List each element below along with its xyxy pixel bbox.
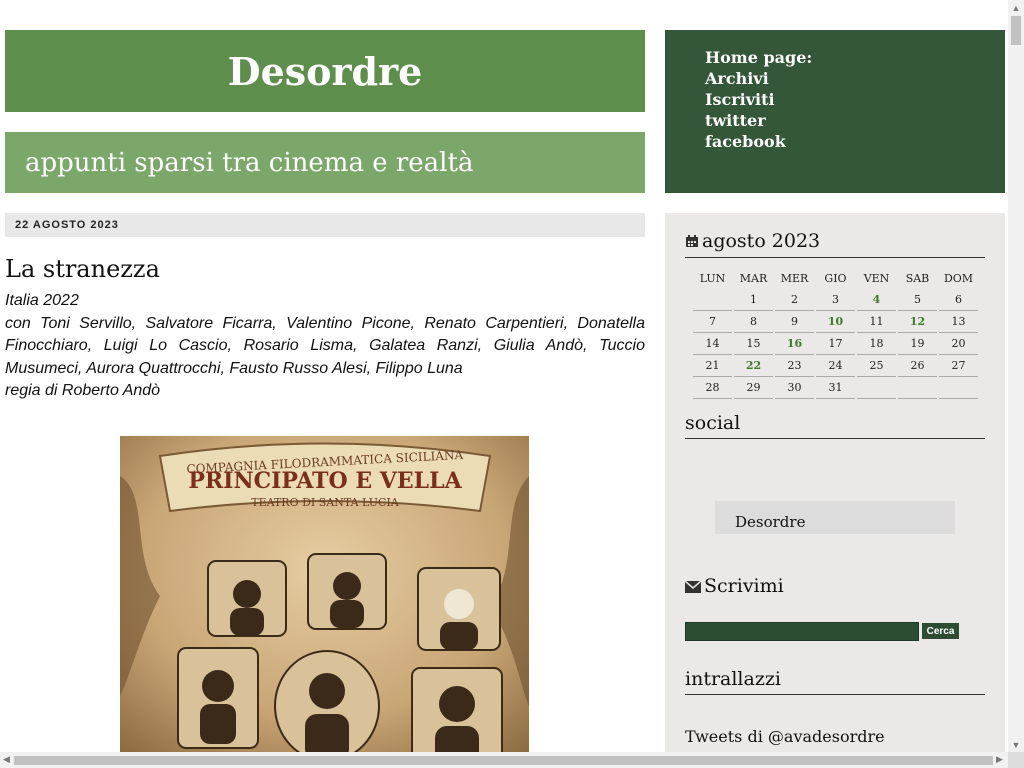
calendar-day: 7 — [693, 311, 732, 333]
poster-line-2: PRINCIPATO E VELLA — [188, 468, 462, 494]
calendar-day: 28 — [693, 377, 732, 399]
calendar-empty-cell — [898, 377, 937, 399]
calendar-weekday: MER — [780, 272, 809, 285]
scroll-left-arrow-icon[interactable]: ◀ — [3, 754, 10, 765]
calendar-weekday: SAB — [905, 272, 930, 285]
calendar-week-row: 14 15 16 17 18 19 20 — [693, 333, 978, 355]
scroll-down-arrow-icon[interactable]: ▼ — [1008, 738, 1024, 752]
nav-item-facebook[interactable]: facebook — [705, 131, 1005, 152]
calendar-day: 17 — [816, 333, 855, 355]
calendar-day: 5 — [898, 289, 937, 311]
nav-item-archivi[interactable]: Archivi — [705, 68, 1005, 89]
calendar-day: 9 — [775, 311, 814, 333]
calendar-day: 20 — [939, 333, 978, 355]
post-title[interactable]: La stranezza — [5, 255, 160, 283]
calendar-day[interactable]: 16 — [775, 333, 814, 355]
tagline-box: appunti sparsi tra cinema e realtà — [5, 132, 645, 193]
calendar-day: 19 — [898, 333, 937, 355]
calendar-day: 25 — [857, 355, 896, 377]
tweets-link[interactable]: Tweets di @avadesordre — [685, 727, 885, 746]
calendar-weekday: LUN — [699, 272, 726, 285]
calendar-weekday: GIO — [824, 272, 847, 285]
post-country-year: Italia 2022 — [5, 292, 79, 309]
sidebar: agosto 2023 LUN MAR MER GIO VEN SAB DOM 123456… — [665, 213, 1005, 768]
calendar-empty-cell — [693, 289, 732, 311]
calendar-day: 31 — [816, 377, 855, 399]
calendar-day: 11 — [857, 311, 896, 333]
search-input[interactable] — [685, 622, 919, 641]
calendar-month-label: agosto 2023 — [702, 230, 821, 252]
nav-item-iscriviti[interactable]: Iscriviti — [705, 89, 1005, 110]
calendar-icon — [685, 231, 699, 253]
nav-item-twitter[interactable]: twitter — [705, 110, 1005, 131]
search-button[interactable]: Cerca — [922, 623, 959, 639]
calendar-day: 6 — [939, 289, 978, 311]
calendar-day: 26 — [898, 355, 937, 377]
calendar-week-row: 123456 — [693, 289, 978, 311]
poster-line-3: TEATRO DI SANTA LUCIA — [251, 496, 400, 509]
calendar-empty-cell — [857, 377, 896, 399]
calendar-day: 14 — [693, 333, 732, 355]
calendar-week-row: 21 22 23 24 25 26 27 — [693, 355, 978, 377]
calendar-day: 15 — [734, 333, 773, 355]
contact-widget-label: Scrivimi — [704, 575, 784, 597]
top-navigation: Home page: Archivi Iscriviti twitter fac… — [665, 30, 1005, 193]
envelope-icon — [684, 576, 702, 598]
post-date-bar: 22 AGOSTO 2023 — [5, 213, 645, 237]
calendar-day: 21 — [693, 355, 732, 377]
horizontal-scroll-thumb[interactable] — [14, 756, 993, 765]
post-body: Italia 2022 con Toni Servillo, Salvatore… — [5, 290, 645, 403]
calendar-body: 1 2 3 4 5 6 7 8 9 10 11 12 13 14 15 16 17 18 19 20 21 22 23 24 2… — [693, 289, 978, 399]
calendar-weekday: VEN — [863, 272, 890, 285]
social-widget-title: social — [685, 412, 985, 439]
calendar-day[interactable]: 10 — [816, 311, 855, 333]
social-card[interactable]: Desordre — [715, 501, 955, 534]
calendar-day: 13 — [939, 311, 978, 333]
calendar-day: 30 — [775, 377, 814, 399]
post-cast: con Toni Servillo, Salvatore Ficarra, Va… — [5, 314, 645, 377]
social-card-name[interactable]: Desordre — [735, 513, 805, 531]
post-date: 22 AGOSTO 2023 — [15, 219, 119, 231]
site-title-link[interactable]: Desordre — [228, 49, 423, 94]
header-title-box: Desordre — [5, 30, 645, 112]
calendar-day: 18 — [857, 333, 896, 355]
intrallazzi-widget-title: intrallazzi — [685, 668, 985, 695]
site-tagline: appunti sparsi tra cinema e realtà — [25, 147, 474, 178]
calendar-day: 8 — [734, 311, 773, 333]
calendar-table: LUN MAR MER GIO VEN SAB DOM 1 2 3 4 5 6 7 8 9 10 11 12 13 1… — [691, 268, 980, 399]
calendar-day[interactable]: 12 — [898, 311, 937, 333]
calendar-weekday: MAR — [739, 272, 768, 285]
vertical-scroll-thumb[interactable] — [1011, 16, 1021, 45]
post-poster-image[interactable]: COMPAGNIA FILODRAMMATICA SICILIANA PRINC… — [120, 436, 529, 766]
calendar-day: 3 — [816, 289, 855, 311]
calendar-day: 23 — [775, 355, 814, 377]
calendar-day[interactable]: 22 — [734, 355, 773, 377]
contact-widget-title: Scrivimi — [684, 575, 985, 602]
post-director: regia di Roberto Andò — [5, 382, 161, 400]
calendar-title: agosto 2023 — [685, 230, 985, 258]
calendar-day[interactable]: 4 — [857, 289, 896, 311]
calendar-weekday: DOM — [943, 272, 974, 285]
calendar-week-row: 7 8 9 10 11 12 13 — [693, 311, 978, 333]
calendar-day: 2 — [775, 289, 814, 311]
nav-item-home[interactable]: Home page: — [705, 47, 1005, 68]
scroll-up-arrow-icon[interactable]: ▲ — [1008, 0, 1024, 14]
scrollbar-corner — [1008, 752, 1024, 768]
calendar-day: 27 — [939, 355, 978, 377]
calendar-day: 1 — [734, 289, 773, 311]
calendar-day: 29 — [734, 377, 773, 399]
calendar-weekdays: LUN MAR MER GIO VEN SAB DOM — [693, 268, 978, 289]
calendar-day: 24 — [816, 355, 855, 377]
calendar-week-row: 28 29 30 31 — [693, 377, 978, 399]
scroll-right-arrow-icon[interactable]: ▶ — [996, 754, 1003, 765]
horizontal-scrollbar[interactable]: ◀ ▶ — [0, 752, 1008, 768]
calendar-empty-cell — [939, 377, 978, 399]
vertical-scrollbar[interactable]: ▲ ▼ — [1008, 0, 1024, 752]
